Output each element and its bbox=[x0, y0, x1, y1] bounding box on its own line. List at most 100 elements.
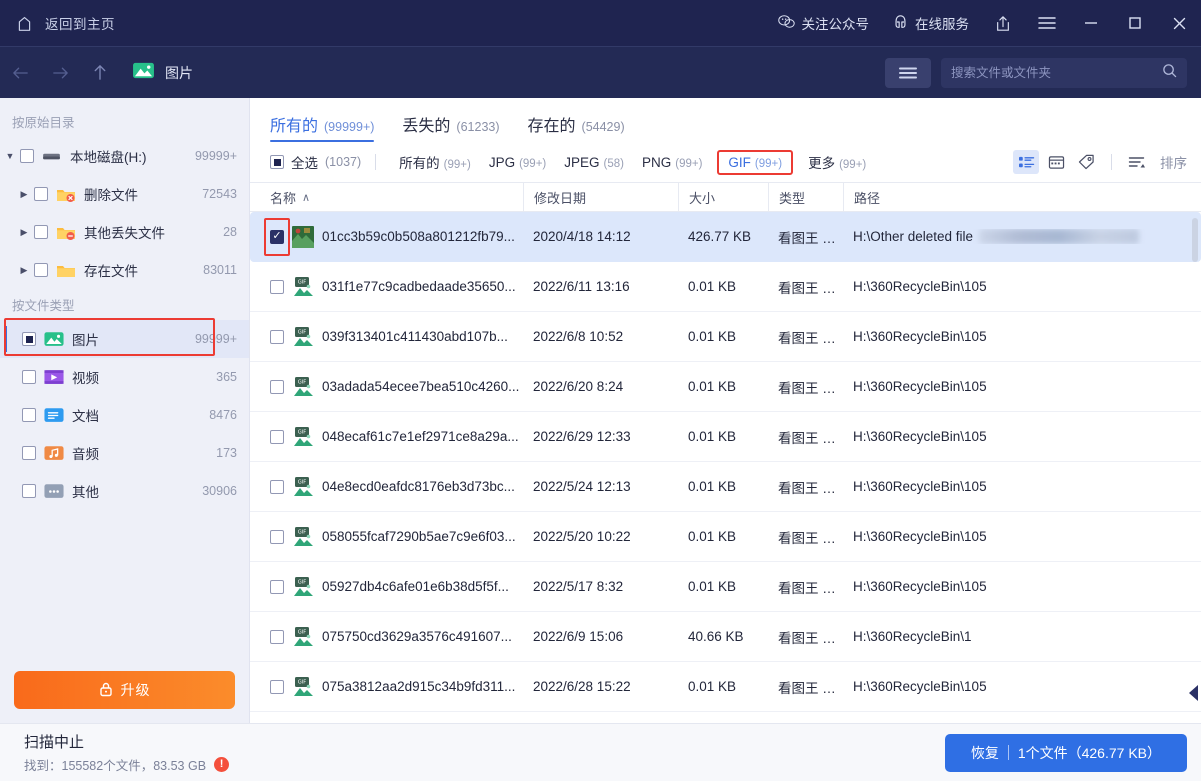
cell-date: 2022/6/9 15:06 bbox=[533, 629, 624, 644]
recover-detail: 1个文件（426.77 KB） bbox=[1017, 744, 1161, 761]
select-all-checkbox[interactable] bbox=[270, 155, 284, 169]
column-header-type[interactable]: 类型 bbox=[768, 183, 843, 211]
checkbox[interactable] bbox=[20, 149, 34, 163]
row-checkbox[interactable] bbox=[270, 279, 284, 294]
table-row[interactable]: GIF 05927db4c6afe01e6b38d5f5f... 2022/5/… bbox=[250, 562, 1201, 612]
checkbox[interactable] bbox=[34, 225, 48, 239]
up-button[interactable] bbox=[80, 47, 120, 99]
file-thumbnail bbox=[292, 225, 314, 248]
list-view-icon[interactable] bbox=[1013, 150, 1039, 174]
column-header-date[interactable]: 修改日期 bbox=[523, 183, 678, 211]
sidebar-item-deleted-files[interactable]: ▶ 删除文件 72543 bbox=[0, 175, 249, 213]
filter-chip-more[interactable]: 更多 (99+) bbox=[799, 149, 875, 175]
close-button[interactable] bbox=[1157, 0, 1201, 46]
checkbox[interactable] bbox=[22, 408, 36, 422]
checkbox[interactable] bbox=[22, 484, 36, 498]
sort-label[interactable]: 排序 bbox=[1160, 152, 1187, 172]
table-row[interactable]: GIF 03adada54ecee7bea510c4260... 2022/6/… bbox=[250, 362, 1201, 412]
back-to-home-button[interactable]: 返回到主页 bbox=[0, 13, 115, 33]
row-checkbox[interactable] bbox=[270, 229, 284, 244]
breadcrumb[interactable]: 图片 bbox=[132, 61, 193, 85]
table-row[interactable]: GIF 048ecaf61c7e1ef2971ce8a29a... 2022/6… bbox=[250, 412, 1201, 462]
sidebar-group-original-directory: 按原始目录 bbox=[12, 116, 75, 130]
sidebar-item-local-disk[interactable]: ▼ 本地磁盘(H:) 99999+ bbox=[0, 137, 249, 175]
tag-icon[interactable] bbox=[1073, 150, 1099, 174]
cell-type: 看图王 GI... bbox=[778, 280, 843, 296]
gif-file-icon: GIF bbox=[292, 276, 314, 298]
checkbox[interactable] bbox=[22, 370, 36, 384]
sort-icon[interactable] bbox=[1124, 150, 1150, 174]
file-list[interactable]: 01cc3b59c0b508a801212fb79... 2020/4/18 1… bbox=[250, 212, 1201, 723]
cell-name: 01cc3b59c0b508a801212fb79... bbox=[250, 225, 523, 248]
search-input[interactable] bbox=[951, 65, 1154, 80]
row-checkbox[interactable] bbox=[270, 529, 284, 544]
filter-chip-jpeg[interactable]: JPEG (58) bbox=[555, 152, 633, 173]
table-row[interactable]: 01cc3b59c0b508a801212fb79... 2020/4/18 1… bbox=[250, 212, 1201, 262]
upgrade-button[interactable]: 升级 bbox=[14, 671, 235, 709]
view-menu-button[interactable] bbox=[885, 57, 931, 88]
preview-panel-toggle[interactable] bbox=[1187, 682, 1201, 704]
cell-type: 看图王 GI... bbox=[778, 580, 843, 596]
caret-right-icon[interactable]: ▶ bbox=[14, 265, 34, 276]
sidebar-item-other-lost-files[interactable]: ▶ 其他丢失文件 28 bbox=[0, 213, 249, 251]
recover-button[interactable]: 恢复 1个文件（426.77 KB） bbox=[944, 733, 1187, 772]
tab-lost[interactable]: 丢失的 (61233) bbox=[402, 112, 499, 142]
caret-down-icon[interactable]: ▼ bbox=[0, 151, 20, 161]
sidebar-item-other[interactable]: 其他 30906 bbox=[0, 472, 249, 510]
column-header-size[interactable]: 大小 bbox=[678, 183, 768, 211]
back-button[interactable] bbox=[0, 47, 40, 99]
row-checkbox[interactable] bbox=[270, 379, 284, 394]
chip-count: (99+) bbox=[519, 157, 547, 170]
filter-chip-jpg[interactable]: JPG (99+) bbox=[480, 152, 555, 173]
tab-count: (54429) bbox=[581, 120, 625, 134]
sidebar-item-videos[interactable]: 视频 365 bbox=[0, 358, 249, 396]
column-label: 大小 bbox=[689, 190, 716, 206]
search-icon[interactable] bbox=[1162, 63, 1177, 83]
table-row[interactable]: GIF 058055fcaf7290b5ae7c9e6f03... 2022/5… bbox=[250, 512, 1201, 562]
table-row[interactable]: GIF 075750cd3629a3576c491607... 2022/6/9… bbox=[250, 612, 1201, 662]
wechat-follow-button[interactable]: 关注公众号 bbox=[766, 0, 882, 46]
select-all-control[interactable]: 全选 (1037) bbox=[270, 152, 361, 172]
sidebar-item-documents[interactable]: 文档 8476 bbox=[0, 396, 249, 434]
minimize-button[interactable] bbox=[1069, 0, 1113, 46]
thumbnail-view-icon[interactable] bbox=[1043, 150, 1069, 174]
forward-button[interactable] bbox=[40, 47, 80, 99]
checkbox[interactable] bbox=[22, 332, 36, 346]
table-row[interactable]: GIF 075a3812aa2d915c34b9fd311... 2022/6/… bbox=[250, 662, 1201, 712]
sidebar-item-existing-files[interactable]: ▶ 存在文件 83011 bbox=[0, 251, 249, 289]
checkbox[interactable] bbox=[22, 446, 36, 460]
checkbox[interactable] bbox=[34, 187, 48, 201]
tab-all[interactable]: 所有的 (99999+) bbox=[270, 112, 375, 142]
table-row[interactable]: GIF 04e8ecd0eafdc8176eb3d73bc... 2022/5/… bbox=[250, 462, 1201, 512]
table-row[interactable]: GIF 031f1e77c9cadbedaade35650... 2022/6/… bbox=[250, 262, 1201, 312]
caret-right-icon[interactable]: ▶ bbox=[14, 189, 34, 200]
table-row[interactable]: GIF 039f313401c411430abd107b... 2022/6/8… bbox=[250, 312, 1201, 362]
tab-existing[interactable]: 存在的 (54429) bbox=[528, 112, 625, 142]
row-checkbox[interactable] bbox=[270, 579, 284, 594]
filter-chip-gif[interactable]: GIF (99+) bbox=[717, 149, 794, 175]
row-checkbox[interactable] bbox=[270, 629, 284, 644]
filter-chip-all[interactable]: 所有的 (99+) bbox=[390, 149, 480, 175]
divider bbox=[375, 154, 377, 170]
online-service-button[interactable]: 在线服务 bbox=[881, 0, 981, 46]
sidebar-item-images[interactable]: 图片 99999+ bbox=[0, 320, 249, 358]
row-checkbox[interactable] bbox=[270, 329, 284, 344]
row-checkbox[interactable] bbox=[270, 479, 284, 494]
maximize-button[interactable] bbox=[1113, 0, 1157, 46]
vertical-scrollbar-thumb[interactable] bbox=[1192, 218, 1198, 262]
search-box[interactable] bbox=[941, 57, 1187, 88]
filter-chip-png[interactable]: PNG (99+) bbox=[633, 152, 711, 173]
file-name: 048ecaf61c7e1ef2971ce8a29a... bbox=[322, 429, 519, 444]
share-button[interactable] bbox=[981, 0, 1025, 46]
menu-button[interactable] bbox=[1025, 0, 1069, 46]
gif-file-icon: GIF bbox=[292, 676, 314, 698]
column-header-path[interactable]: 路径 bbox=[843, 183, 1201, 211]
checkbox[interactable] bbox=[34, 263, 48, 277]
column-header-name[interactable]: 名称 ∧ bbox=[250, 183, 523, 211]
caret-right-icon[interactable]: ▶ bbox=[14, 227, 34, 238]
warning-icon[interactable]: ! bbox=[214, 757, 230, 772]
row-checkbox[interactable] bbox=[270, 429, 284, 444]
row-checkbox[interactable] bbox=[270, 679, 284, 694]
sidebar-item-audio[interactable]: 音频 173 bbox=[0, 434, 249, 472]
titlebar-actions: 关注公众号 在线服务 bbox=[766, 0, 1201, 46]
